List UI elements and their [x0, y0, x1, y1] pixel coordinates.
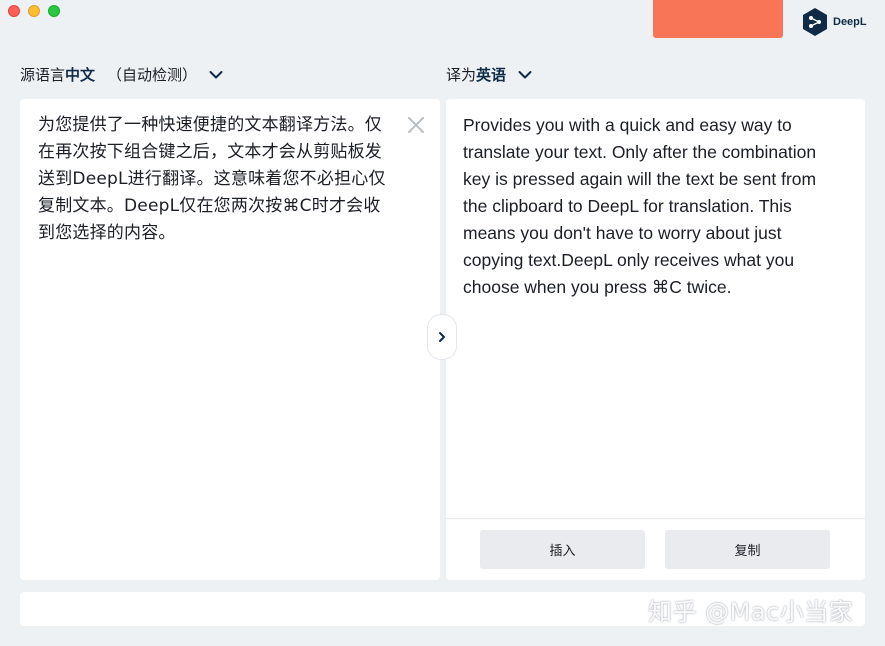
target-language-prefix: 译为 — [446, 66, 477, 84]
target-language-name: 英语 — [476, 66, 507, 84]
copy-button[interactable]: 复制 — [665, 530, 830, 569]
divider — [446, 518, 865, 519]
source-language-prefix: 源语言 — [20, 66, 66, 84]
window-zoom-button[interactable] — [48, 5, 60, 17]
source-language-detect-note: （自动检测） — [107, 66, 198, 84]
watermark: 知乎 @Mac小当家 — [648, 598, 854, 626]
source-text-area[interactable]: 为您提供了一种快速便捷的文本翻译方法。仅 在再次按下组合键之后，文本才会从剪贴板… — [38, 112, 406, 247]
source-language-name: 中文 — [65, 66, 96, 84]
deepl-logo-icon — [803, 8, 827, 36]
chevron-down-icon — [209, 70, 223, 78]
source-text-panel[interactable]: 为您提供了一种快速便捷的文本翻译方法。仅 在再次按下组合键之后，文本才会从剪贴板… — [20, 99, 440, 580]
insert-button[interactable]: 插入 — [480, 530, 645, 569]
panel-toggle-button[interactable] — [428, 315, 456, 359]
brand[interactable]: DeepL — [802, 7, 867, 37]
brand-name: DeepL — [833, 16, 867, 28]
close-icon[interactable] — [406, 115, 426, 135]
target-text-panel: Provides you with a quick and easy way t… — [446, 99, 865, 580]
translation-output[interactable]: Provides you with a quick and easy way t… — [463, 112, 843, 301]
source-language-selector[interactable]: 源语言 中文 （自动检测） — [20, 64, 223, 85]
window-minimize-button[interactable] — [28, 5, 40, 17]
promo-banner[interactable] — [653, 0, 783, 38]
window-close-button[interactable] — [8, 5, 20, 17]
chevron-right-icon — [439, 332, 445, 342]
chevron-down-icon — [518, 70, 532, 78]
target-language-selector[interactable]: 译为 英语 — [446, 64, 532, 85]
